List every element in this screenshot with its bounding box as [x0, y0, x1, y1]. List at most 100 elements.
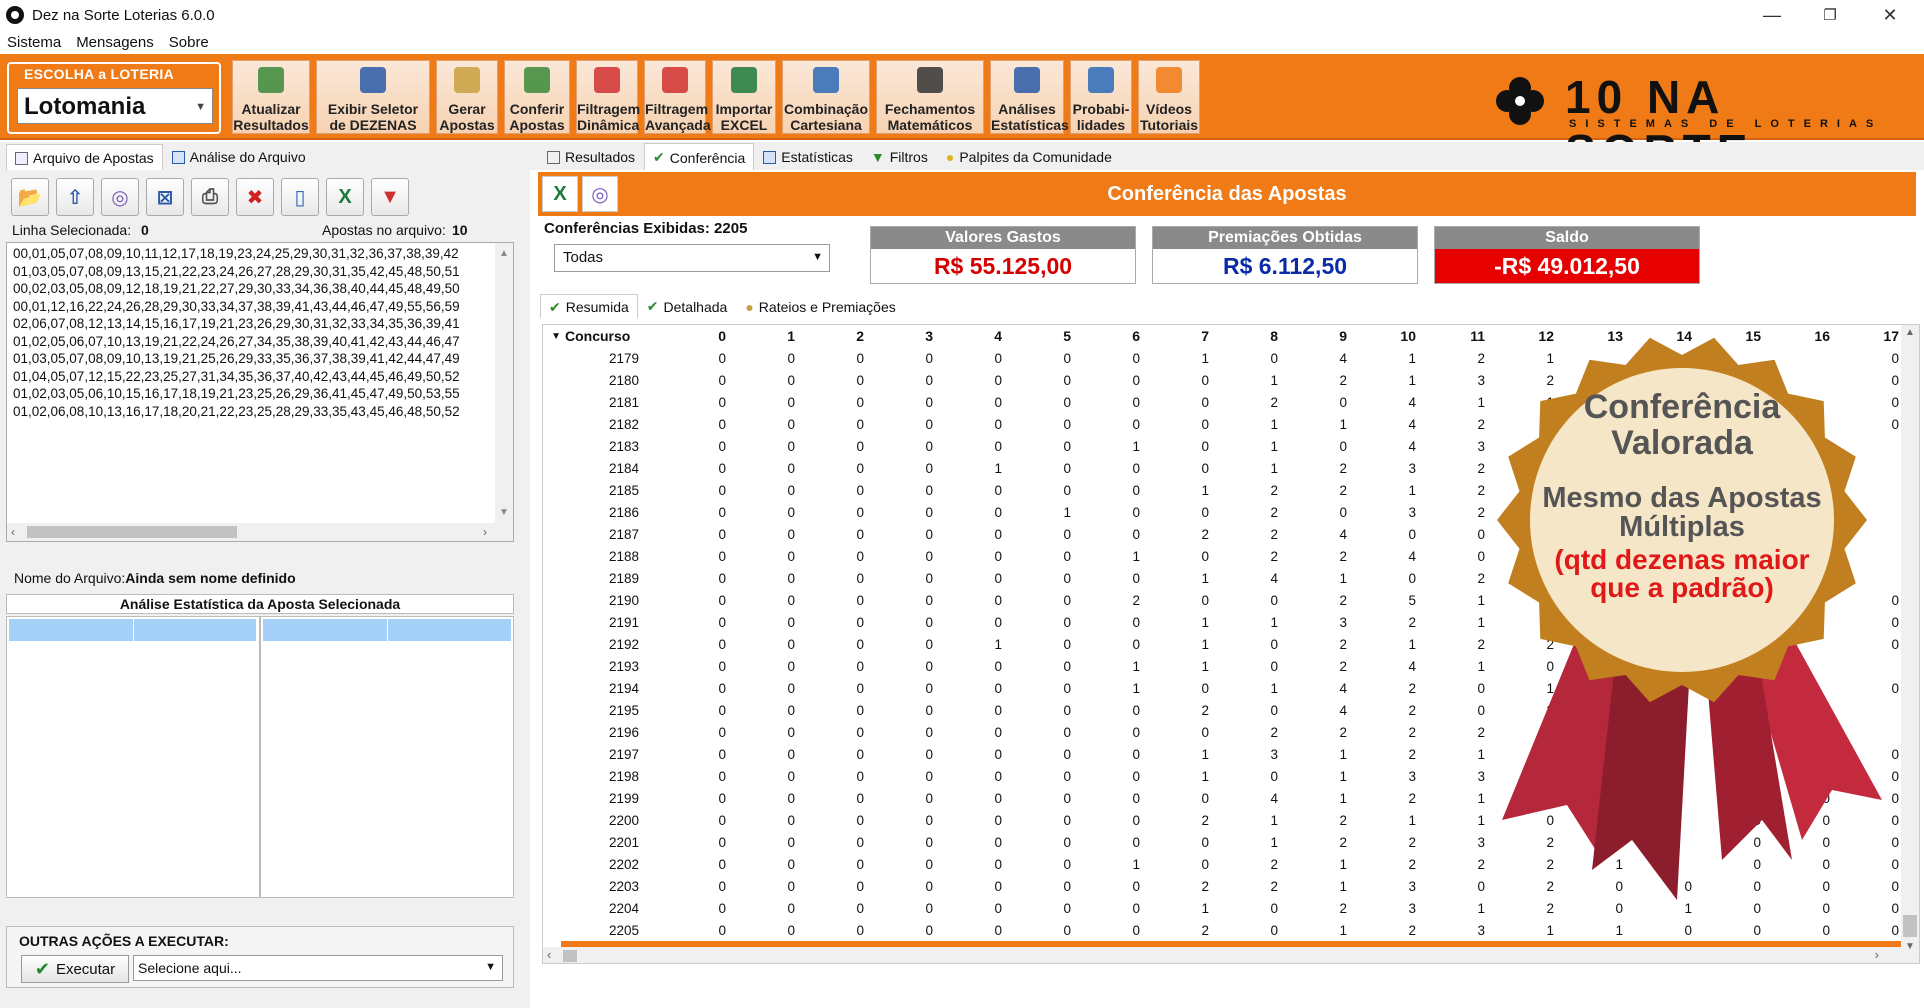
filter-select[interactable]: Todas ▼	[554, 244, 830, 272]
column-header[interactable]: 0	[671, 325, 740, 347]
row-selector[interactable]	[543, 655, 561, 677]
tab-resultados[interactable]: Resultados	[538, 143, 644, 170]
aposta-line[interactable]: 01,02,06,08,10,13,16,17,18,20,21,22,23,2…	[13, 403, 507, 421]
disc-icon[interactable]: ◎	[101, 178, 139, 216]
ribbon-button-7[interactable]: Combinação Cartesiana	[782, 60, 870, 134]
row-selector[interactable]	[543, 633, 561, 655]
aposta-line[interactable]: 01,02,05,06,07,10,13,19,21,22,24,26,27,3…	[13, 333, 507, 351]
ribbon-button-11[interactable]: Vídeos Tutoriais	[1138, 60, 1200, 134]
subtab-detalhada[interactable]: ✔ Detalhada	[638, 294, 737, 318]
row-selector[interactable]	[543, 611, 561, 633]
new-file-icon[interactable]: ▯	[281, 178, 319, 216]
row-selector[interactable]	[543, 677, 561, 699]
menu-sistema[interactable]: Sistema	[7, 34, 61, 51]
row-selector[interactable]	[543, 479, 561, 501]
aposta-line[interactable]: 01,02,03,05,06,10,15,16,17,18,19,21,23,2…	[13, 385, 507, 403]
table-row[interactable]: 2205 0 0 0 0 0 0 0 2 0 1 2 3 1 1 0 0 0 0	[543, 919, 1913, 941]
ribbon-button-5[interactable]: Filtragem Avançada	[644, 60, 711, 134]
print-icon[interactable]: ⎙	[191, 178, 229, 216]
row-selector[interactable]	[543, 831, 561, 853]
minimize-button[interactable]: —	[1744, 0, 1800, 30]
row-selector[interactable]	[543, 347, 561, 369]
close-button[interactable]: ✕	[1862, 0, 1918, 30]
aposta-line[interactable]: 00,01,05,07,08,09,10,11,12,17,18,19,23,2…	[13, 245, 507, 263]
ribbon-button-3[interactable]: Conferir Apostas	[504, 60, 570, 134]
subtab-rateios[interactable]: ● Rateios e Premiações	[736, 294, 904, 318]
aposta-line[interactable]: 01,03,05,07,08,09,10,13,19,21,25,26,29,3…	[13, 350, 507, 368]
row-selector[interactable]	[543, 721, 561, 743]
row-selector-header[interactable]: ▼	[543, 325, 561, 347]
horizontal-scrollbar[interactable]: ‹ ›	[543, 947, 1903, 963]
menu-sobre[interactable]: Sobre	[169, 34, 209, 51]
loteria-select[interactable]: Lotomania ▼	[17, 88, 213, 124]
row-selector[interactable]	[543, 413, 561, 435]
executar-button[interactable]: ✔ Executar	[21, 955, 129, 983]
row-selector[interactable]	[543, 919, 561, 941]
row-selector[interactable]	[543, 897, 561, 919]
scroll-thumb[interactable]	[27, 526, 237, 538]
aposta-line[interactable]: 01,04,05,07,12,15,22,23,25,27,31,34,35,3…	[13, 368, 507, 386]
acoes-select[interactable]: Selecione aqui... ▼	[133, 955, 503, 981]
aposta-line[interactable]: 00,01,12,16,22,24,26,28,29,30,33,34,37,3…	[13, 298, 507, 316]
horizontal-scrollbar[interactable]: ‹ ›	[7, 523, 513, 541]
aposta-line[interactable]: 00,02,03,05,08,09,12,18,19,21,22,27,29,3…	[13, 280, 507, 298]
maximize-button[interactable]: ❐	[1802, 0, 1858, 30]
delete-icon[interactable]: ✖	[236, 178, 274, 216]
column-header[interactable]: 1	[740, 325, 809, 347]
tab-palpites[interactable]: ● Palpites da Comunidade	[937, 143, 1121, 170]
tab-analise-arquivo[interactable]: Análise do Arquivo	[163, 143, 315, 170]
aposta-line[interactable]: 02,06,07,08,12,13,14,15,16,17,19,21,23,2…	[13, 315, 507, 333]
row-selector[interactable]	[543, 567, 561, 589]
vertical-scrollbar[interactable]: ▲ ▼	[495, 243, 513, 541]
menu-mensagens[interactable]: Mensagens	[76, 34, 154, 51]
ribbon-button-6[interactable]: Importar EXCEL	[712, 60, 776, 134]
row-selector[interactable]	[543, 589, 561, 611]
ribbon-button-9[interactable]: Análises Estatísticas	[990, 60, 1069, 134]
column-header[interactable]: 2	[809, 325, 878, 347]
ribbon-button-0[interactable]: Atualizar Resultados	[232, 60, 310, 134]
ribbon-button-1[interactable]: Exibir Seletor de DEZENAS	[316, 60, 430, 134]
excel-icon[interactable]: X	[326, 178, 364, 216]
save-icon[interactable]: ⇧	[56, 178, 94, 216]
tab-arquivo-apostas[interactable]: Arquivo de Apostas	[6, 144, 163, 170]
row-selector[interactable]	[543, 391, 561, 413]
row-selector[interactable]	[543, 545, 561, 567]
table-row[interactable]: 2204 0 0 0 0 0 0 0 1 0 2 3 1 2 0 1 0 0 0	[543, 897, 1913, 919]
funnel-icon[interactable]: ▼	[371, 178, 409, 216]
column-header[interactable]: 3	[878, 325, 947, 347]
row-selector[interactable]	[543, 875, 561, 897]
chart-icon	[763, 150, 777, 164]
row-selector[interactable]	[543, 523, 561, 545]
row-selector[interactable]	[543, 787, 561, 809]
row-selector[interactable]	[543, 457, 561, 479]
ribbon-button-10[interactable]: Probabi-lidades	[1070, 60, 1132, 134]
row-selector[interactable]	[543, 765, 561, 787]
column-header[interactable]: 6	[1085, 325, 1154, 347]
column-header[interactable]: 8	[1223, 325, 1292, 347]
apostas-textarea[interactable]: 00,01,05,07,08,09,10,11,12,17,18,19,23,2…	[6, 242, 514, 542]
column-header[interactable]: 4	[947, 325, 1016, 347]
row-selector[interactable]	[543, 699, 561, 721]
row-selector[interactable]	[543, 809, 561, 831]
ribbon-button-2[interactable]: Gerar Apostas	[436, 60, 498, 134]
row-selector[interactable]	[543, 501, 561, 523]
column-header[interactable]: 5	[1016, 325, 1085, 347]
column-header[interactable]: 9	[1292, 325, 1361, 347]
tab-conferencia[interactable]: ✔ Conferência	[644, 143, 755, 170]
row-selector[interactable]	[543, 369, 561, 391]
aposta-line[interactable]: 01,03,05,07,08,09,13,15,21,22,23,24,26,2…	[13, 263, 507, 281]
column-header[interactable]: 7	[1154, 325, 1223, 347]
vertical-scrollbar[interactable]: ▲ ▼	[1901, 325, 1919, 963]
open-folder-icon[interactable]: 📂	[11, 178, 49, 216]
column-header[interactable]: Concurso	[561, 325, 671, 347]
tab-estatisticas[interactable]: Estatísticas	[754, 143, 862, 170]
row-selector[interactable]	[543, 743, 561, 765]
tab-filtros[interactable]: ▼ Filtros	[862, 143, 937, 170]
ribbon-button-8[interactable]: Fechamentos Matemáticos	[876, 60, 984, 134]
subtab-resumida[interactable]: ✔ Resumida	[540, 294, 638, 318]
close-file-icon[interactable]: ⊠	[146, 178, 184, 216]
row-selector[interactable]	[543, 853, 561, 875]
ribbon-button-4[interactable]: Filtragem Dinâmica	[576, 60, 640, 134]
column-header[interactable]: 10	[1361, 325, 1430, 347]
row-selector[interactable]	[543, 435, 561, 457]
